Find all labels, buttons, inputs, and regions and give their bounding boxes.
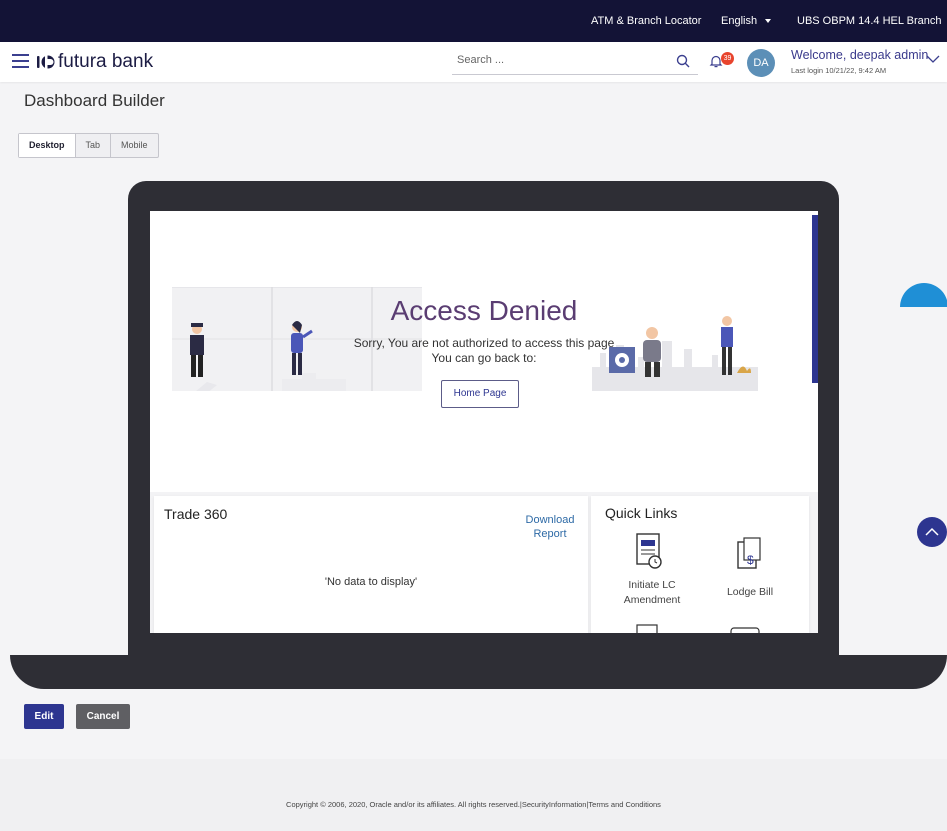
document-icon <box>730 627 760 633</box>
top-utility-bar: ATM & Branch Locator English UBS OBPM 14… <box>0 0 947 42</box>
home-page-button[interactable]: Home Page <box>441 380 519 408</box>
hamburger-menu-icon[interactable] <box>12 54 29 68</box>
quick-link-lodge-bill[interactable]: $ Lodge Bill <box>707 530 793 605</box>
main-header: futura bank 39 DA Welcome, deepak admin … <box>0 42 947 82</box>
chevron-up-icon <box>925 527 939 536</box>
floating-action-partial <box>896 283 947 307</box>
search-icon[interactable] <box>676 54 690 68</box>
quick-link-initiate-lc-amendment[interactable]: Initiate LC Amendment <box>609 530 695 606</box>
footer <box>0 759 947 831</box>
last-login-text: Last login 10/21/22, 9:42 AM <box>791 66 887 75</box>
trade-360-widget: Trade 360 Download Report 'No data to di… <box>154 496 588 633</box>
tab-mobile[interactable]: Mobile <box>111 134 158 157</box>
scroll-to-top-button[interactable] <box>917 517 947 547</box>
futura-logo-icon <box>37 55 55 69</box>
notification-count-badge: 39 <box>721 52 734 65</box>
chevron-down-icon[interactable] <box>926 54 940 64</box>
tab-tab[interactable]: Tab <box>76 134 112 157</box>
laptop-screen: Access Denied Sorry, You are not authori… <box>150 211 818 633</box>
branch-label: UBS OBPM 14.4 HEL Branch <box>797 15 942 27</box>
edit-button[interactable]: Edit <box>24 704 64 729</box>
caret-down-icon <box>765 19 772 24</box>
welcome-text[interactable]: Welcome, deepak admin <box>791 48 928 62</box>
svg-text:$: $ <box>747 553 754 567</box>
access-denied-message: Sorry, You are not authorized to access … <box>353 336 615 350</box>
quick-link-label: Lodge Bill <box>726 586 774 598</box>
quick-links-widget: Quick Links Initiate LC Amendment $ Lodg… <box>591 496 809 633</box>
language-selector[interactable]: English <box>721 0 772 42</box>
language-label: English <box>721 15 758 27</box>
tab-desktop[interactable]: Desktop <box>19 134 76 157</box>
access-denied-submessage: You can go back to: <box>431 351 537 365</box>
document-clock-icon <box>636 533 662 569</box>
user-avatar[interactable]: DA <box>747 49 775 77</box>
atm-branch-locator-link[interactable]: ATM & Branch Locator <box>591 0 701 42</box>
cancel-button[interactable]: Cancel <box>76 704 130 729</box>
quick-links-title: Quick Links <box>605 505 678 521</box>
document-icon <box>636 624 658 633</box>
device-view-tabs: Desktop Tab Mobile <box>18 133 159 158</box>
logo-text: futura bank <box>58 51 154 72</box>
futura-bank-logo[interactable]: futura bank <box>37 50 153 74</box>
search-box <box>452 50 698 75</box>
no-data-message: 'No data to display' <box>324 576 418 588</box>
quick-link-label: Initiate LC Amendment <box>623 579 681 606</box>
footer-copyright: Copyright © 2006, 2020, Oracle and/or it… <box>286 800 661 809</box>
search-input[interactable] <box>452 50 662 70</box>
page-title: Dashboard Builder <box>24 91 165 110</box>
laptop-base <box>10 655 947 689</box>
download-report-link[interactable]: Download Report <box>520 513 580 541</box>
bill-dollar-icon: $ <box>737 537 761 569</box>
branch-selector[interactable]: UBS OBPM 14.4 HEL Branch <box>797 0 947 42</box>
access-denied-title: Access Denied <box>390 295 578 326</box>
trade-360-title: Trade 360 <box>164 506 228 522</box>
